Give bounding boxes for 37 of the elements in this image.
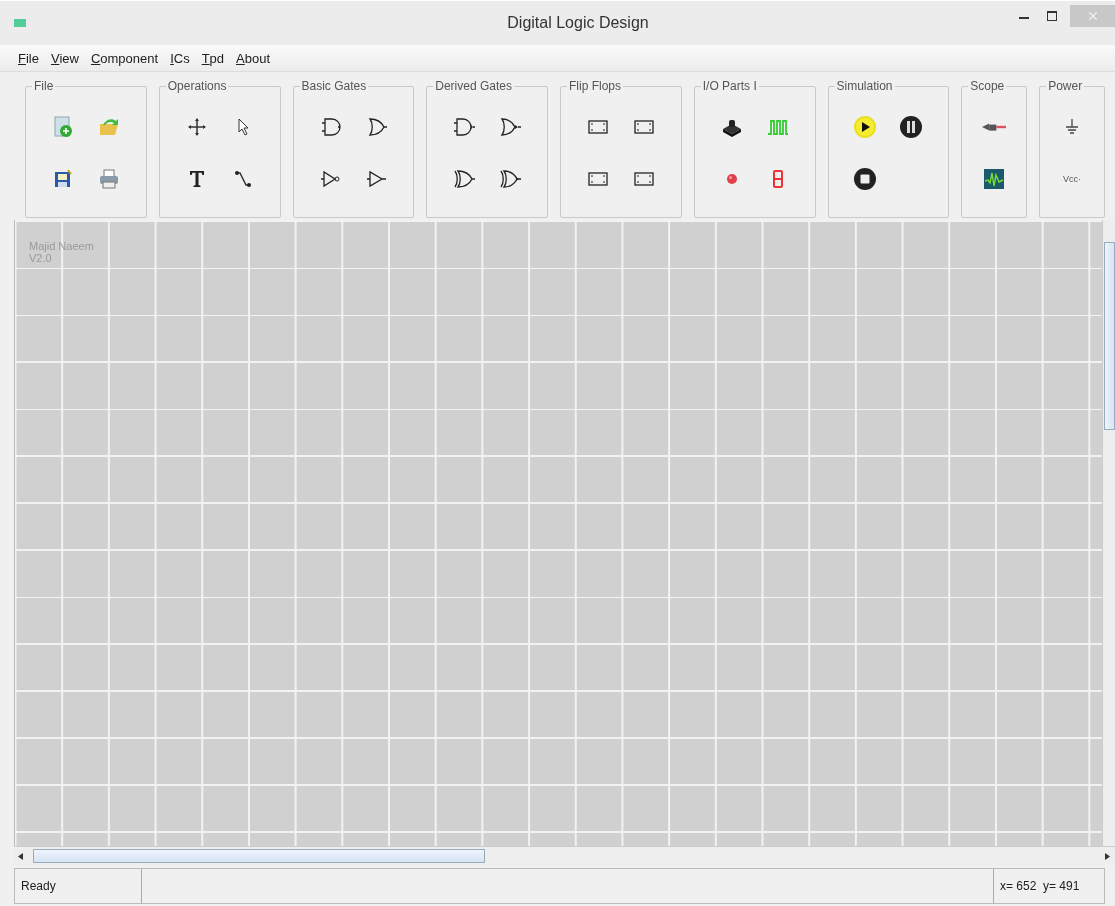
menu-item[interactable]: ICs: [166, 50, 194, 66]
group-title: Simulation: [834, 79, 895, 93]
menu-item[interactable]: About: [232, 50, 275, 66]
group-title: Scope: [968, 79, 1007, 93]
scroll-left-icon[interactable]: [18, 852, 23, 860]
vertical-scrollbar[interactable]: [1102, 220, 1115, 846]
group-title: Operations: [165, 79, 229, 93]
group-title: Derived Gates: [433, 79, 514, 93]
pause-icon: [899, 115, 924, 139]
status-message: Ready: [21, 879, 56, 893]
menu-item[interactable]: Component: [86, 50, 163, 66]
window-title: Digital Logic Design: [506, 14, 650, 32]
group-title: Power: [1046, 79, 1085, 93]
menu-item[interactable]: Tpd: [197, 50, 229, 66]
xor-gate-icon: [452, 167, 477, 191]
scroll-thumb[interactable]: [1103, 242, 1115, 430]
menu-item[interactable]: File: [14, 50, 43, 66]
horizontal-scrollbar[interactable]: [14, 846, 1115, 865]
oscilloscope-icon: [982, 167, 1007, 191]
group-title: File: [32, 79, 56, 93]
nand-gate-icon: [452, 115, 477, 139]
maximize-icon: [1047, 11, 1057, 21]
app-icon: [14, 19, 26, 27]
probe-icon: [982, 122, 1007, 132]
scroll-thumb[interactable]: [33, 849, 485, 863]
nor-gate-icon: [498, 115, 523, 139]
group-title: Flip Flops: [567, 79, 623, 93]
cursor-coordinates: x= 652 y= 491: [1000, 879, 1080, 893]
stop-icon: [853, 167, 878, 191]
vcc-button[interactable]: Vcc·: [1063, 174, 1082, 184]
close-icon: [1088, 12, 1097, 20]
menu-item[interactable]: View: [46, 50, 83, 66]
xnor-gate-icon: [498, 167, 523, 191]
play-icon: [853, 115, 878, 139]
group-title: Basic Gates: [299, 79, 369, 93]
group-title: I/O Parts I: [700, 79, 759, 93]
scroll-right-icon[interactable]: [1105, 852, 1110, 860]
